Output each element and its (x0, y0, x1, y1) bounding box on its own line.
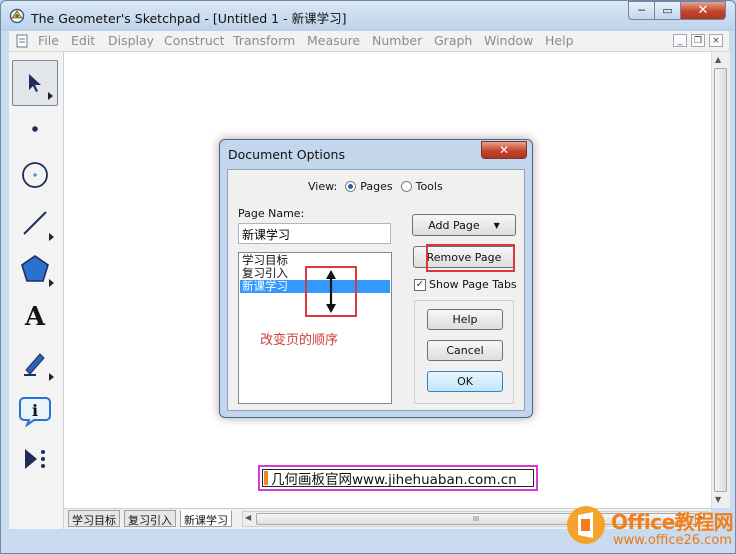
page-tab-2[interactable]: 复习引入 (124, 510, 176, 527)
add-page-label: Add Page (428, 218, 480, 232)
menu-transform[interactable]: Transform (233, 33, 295, 48)
segment-icon (23, 211, 47, 235)
view-option-row: View: Pages Tools (308, 180, 443, 193)
office-logo-icon (567, 506, 605, 544)
toolbox: A i (9, 52, 64, 529)
title-bar[interactable]: The Geometer's Sketchpad - [Untitled 1 -… (1, 1, 735, 31)
marker-tool[interactable] (12, 340, 58, 386)
view-label: View: (308, 180, 338, 193)
show-page-tabs-checkbox[interactable]: ✓ (414, 278, 426, 291)
show-page-tabs-label[interactable]: Show Page Tabs (429, 278, 517, 291)
mdi-minimize-button[interactable]: _ (673, 34, 687, 47)
tool-menu-triangle (49, 373, 54, 381)
arrow-icon (29, 74, 41, 92)
page-name-input[interactable]: 新课学习 (238, 223, 391, 244)
tools-radio-label[interactable]: Tools (416, 180, 443, 193)
show-page-tabs-row[interactable]: ✓ Show Page Tabs (414, 278, 517, 291)
page-tab-1[interactable]: 学习目标 (68, 510, 120, 527)
polygon-icon (21, 255, 49, 282)
menu-number[interactable]: Number (372, 33, 422, 48)
point-tool[interactable] (12, 106, 58, 152)
cancel-button[interactable]: Cancel (427, 340, 503, 361)
vertical-scrollbar[interactable]: ▲ ▼ (711, 52, 730, 508)
text-cursor-mark (264, 471, 268, 485)
menu-help[interactable]: Help (545, 33, 574, 48)
page-name-label: Page Name: (238, 207, 305, 220)
add-page-button[interactable]: Add Page ▼ (412, 214, 516, 236)
mdi-restore-button[interactable]: ❐ (691, 34, 705, 47)
url-banner-text: 几何画板官网www.jihehuaban.com.cn (271, 472, 517, 488)
vertical-scroll-thumb[interactable] (714, 68, 727, 492)
dialog-title: Document Options (228, 147, 345, 162)
mdi-close-button[interactable]: × (709, 34, 723, 47)
information-icon: i (19, 397, 51, 427)
point-icon (32, 126, 38, 132)
reorder-annotation-box (305, 266, 357, 317)
close-button[interactable]: ✕ (680, 1, 726, 20)
menu-edit[interactable]: Edit (71, 33, 95, 48)
menu-construct[interactable]: Construct (164, 33, 225, 48)
pages-radio-label[interactable]: Pages (360, 180, 392, 193)
tool-menu-triangle (48, 92, 53, 100)
tool-menu-triangle (49, 233, 54, 241)
polygon-tool[interactable] (12, 246, 58, 292)
document-icon[interactable] (15, 34, 29, 48)
straightedge-tool[interactable] (12, 200, 58, 246)
sketchpad-app-icon (9, 8, 25, 24)
menu-graph[interactable]: Graph (434, 33, 472, 48)
reorder-arrow-icon (326, 270, 336, 313)
url-text-box: 几何画板官网www.jihehuaban.com.cn (262, 469, 534, 488)
page-tab-3[interactable]: 新课学习 (180, 510, 232, 527)
custom-tools[interactable] (12, 436, 58, 482)
url-banner: 几何画板官网www.jihehuaban.com.cn (258, 465, 538, 491)
info-tool-glyph: i (32, 401, 38, 420)
scroll-left-arrow-icon[interactable]: ◀ (245, 513, 251, 522)
information-tool[interactable]: i (12, 388, 58, 434)
compass-tool[interactable] (12, 152, 58, 198)
watermark: Office教程网 www.office26.com (565, 504, 736, 554)
dialog-body: View: Pages Tools Page Name: 新课学习 学习目标 复… (227, 169, 525, 411)
document-options-dialog: Document Options ✕ View: Pages Tools Pag… (219, 139, 533, 418)
text-tool-glyph: A (24, 302, 46, 332)
ok-button[interactable]: OK (427, 371, 503, 392)
page-list[interactable]: 学习目标 复习引入 新课学习 改变页的顺序 (238, 252, 392, 404)
scroll-up-arrow-icon[interactable]: ▲ (715, 55, 721, 64)
dialog-button-group: Help Cancel OK (414, 300, 514, 404)
watermark-brand: Office教程网 (611, 510, 734, 534)
watermark-url: www.office26.com (613, 533, 732, 548)
menu-display[interactable]: Display (108, 33, 154, 48)
play-custom-icon (25, 449, 45, 469)
maximize-button[interactable]: ▭ (654, 1, 681, 20)
reorder-annotation-text: 改变页的顺序 (260, 333, 339, 348)
scroll-grip: III (472, 515, 480, 523)
window-title: The Geometer's Sketchpad - [Untitled 1 -… (31, 11, 347, 26)
menu-window[interactable]: Window (484, 33, 533, 48)
text-tool[interactable]: A (12, 294, 58, 340)
menu-file[interactable]: File (38, 33, 59, 48)
minimize-button[interactable]: ─ (628, 1, 655, 20)
scroll-down-arrow-icon[interactable]: ▼ (715, 495, 721, 504)
marker-pen-icon (24, 353, 45, 376)
help-button[interactable]: Help (427, 309, 503, 330)
tool-menu-triangle (49, 279, 54, 287)
dropdown-arrow-icon: ▼ (493, 220, 500, 230)
menu-measure[interactable]: Measure (307, 33, 360, 48)
compass-icon (22, 162, 48, 188)
menu-bar: File Edit Display Construct Transform Me… (9, 31, 729, 52)
arrow-select-tool[interactable] (12, 60, 58, 106)
remove-page-highlight-box (426, 244, 515, 272)
dialog-close-button[interactable]: ✕ (481, 141, 527, 159)
tools-radio[interactable] (400, 181, 412, 192)
pages-radio[interactable] (345, 181, 357, 192)
